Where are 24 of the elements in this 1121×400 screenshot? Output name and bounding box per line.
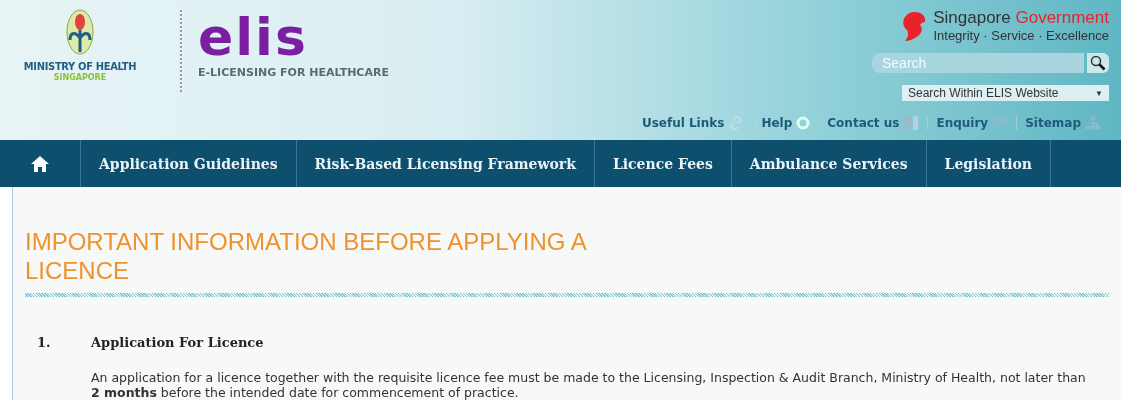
- home-icon: [30, 154, 50, 173]
- elis-logo: elis: [198, 14, 309, 60]
- sitemap-icon: [1085, 116, 1101, 130]
- search-button[interactable]: [1087, 53, 1109, 73]
- page-title: IMPORTANT INFORMATION BEFORE APPLYING A LICENCE: [25, 227, 588, 285]
- government-motto: Integrity · Service · Excellence: [933, 28, 1109, 43]
- utility-link[interactable]: Enquiry: [927, 116, 1017, 130]
- section-heading: Application For Licence: [91, 335, 265, 350]
- search-icon: [1090, 55, 1106, 71]
- section-text: An application for a licence together with the requisite licence fee must be made to the Licensing, Inspection & Audit Branch, Ministry of Health, not later than 2 months before the intended date for commencement of practice.: [91, 370, 1087, 400]
- search-field[interactable]: Search: [872, 53, 1084, 73]
- ministry-name: MINISTRY OF HEALTH: [23, 60, 137, 73]
- utility-link[interactable]: Help: [752, 116, 819, 130]
- ministry-country: SINGAPORE: [53, 73, 107, 82]
- lifebuoy-icon: [796, 116, 811, 130]
- utility-link[interactable]: Contact us: [818, 115, 928, 131]
- flower-emblem-icon: [65, 8, 95, 56]
- section-number: 1.: [36, 335, 52, 350]
- phone-directory-icon: [903, 115, 920, 131]
- utility-link[interactable]: Useful Links: [633, 116, 753, 130]
- lion-head-icon: [901, 9, 928, 42]
- elis-tagline: E-LICENSING FOR HEALTHCARE: [198, 66, 389, 79]
- government-name: Singapore Government: [933, 8, 1109, 28]
- search-scope-dropdown[interactable]: Search Within ELIS Website ▼: [902, 85, 1109, 101]
